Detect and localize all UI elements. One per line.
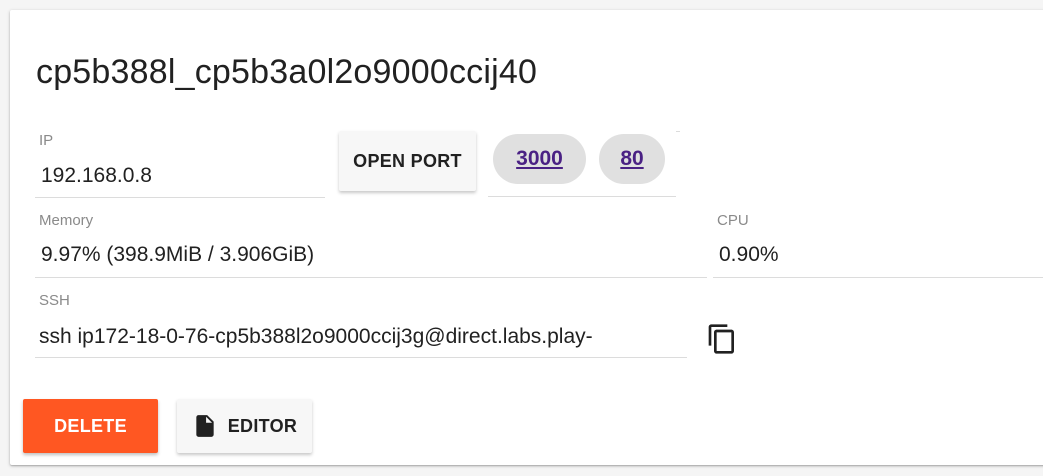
ip-field: IP 192.168.0.8 xyxy=(35,128,325,198)
copy-ssh-button[interactable] xyxy=(700,317,744,361)
ports-divider xyxy=(676,131,680,132)
ip-value: 192.168.0.8 xyxy=(41,164,152,187)
open-port-button[interactable]: OPEN PORT xyxy=(339,131,476,191)
memory-value: 9.97% (398.9MiB / 3.906GiB) xyxy=(41,243,315,266)
editor-label: EDITOR xyxy=(227,415,298,436)
port-link-80[interactable]: 80 xyxy=(620,147,643,171)
copy-icon xyxy=(708,324,734,354)
cpu-field: CPU 0.90% xyxy=(713,209,1043,278)
cpu-label: CPU xyxy=(717,212,749,229)
ip-label: IP xyxy=(39,132,54,149)
port-chip-80: 80 xyxy=(599,134,665,184)
ssh-command[interactable]: ssh ip172-18-0-76-cp5b388l2o9000ccij3g@d… xyxy=(39,325,685,349)
file-icon xyxy=(192,411,218,441)
port-link-3000[interactable]: 3000 xyxy=(516,147,563,171)
ssh-label: SSH xyxy=(39,292,70,309)
instance-card: cp5b388l_cp5b3a0l2o9000ccij40 IP 192.168… xyxy=(10,10,1043,465)
cpu-value: 0.90% xyxy=(719,243,779,266)
port-chip-3000: 3000 xyxy=(493,134,586,184)
delete-button[interactable]: DELETE xyxy=(23,399,158,453)
instance-title: cp5b388l_cp5b3a0l2o9000ccij40 xyxy=(36,53,538,91)
memory-label: Memory xyxy=(39,212,94,229)
editor-button[interactable]: EDITOR xyxy=(177,399,312,453)
memory-field: Memory 9.97% (398.9MiB / 3.906GiB) xyxy=(35,209,707,278)
ssh-field[interactable]: SSH ssh ip172-18-0-76-cp5b388l2o9000ccij… xyxy=(35,289,687,358)
